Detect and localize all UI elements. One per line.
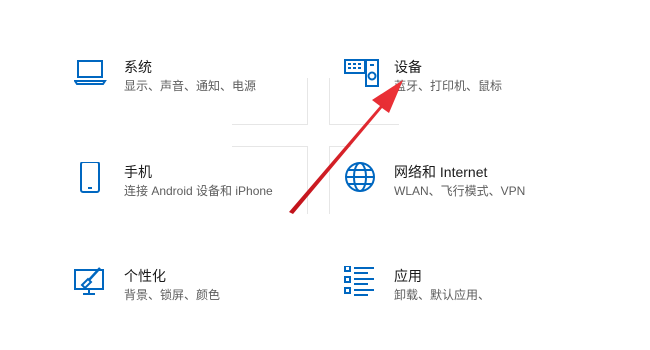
annotation-arrow: [289, 80, 403, 214]
